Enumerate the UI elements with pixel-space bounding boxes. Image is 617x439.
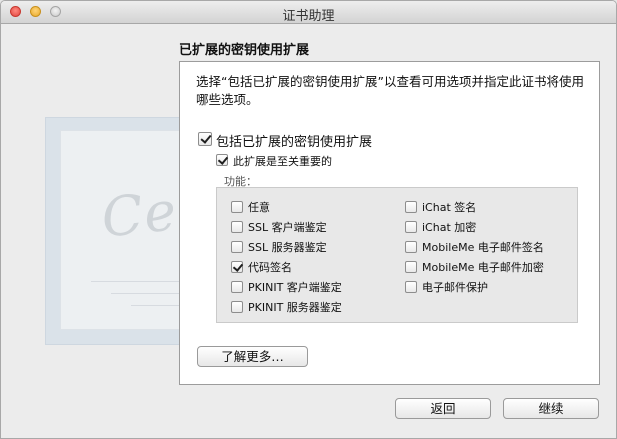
capability-label: iChat 加密 [422, 221, 477, 234]
capability-checkbox-pkinit-server[interactable] [231, 301, 243, 313]
capability-label: 电子邮件保护 [422, 281, 488, 294]
capability-label: 任意 [248, 201, 270, 214]
capability-label: iChat 签名 [422, 201, 477, 214]
capability-label: SSL 服务器鉴定 [248, 241, 327, 254]
include-extension-label: 包括已扩展的密钥使用扩展 [216, 135, 373, 150]
capability-checkbox-ichat-encryption[interactable] [405, 221, 417, 233]
capability-checkbox-email-protection[interactable] [405, 281, 417, 293]
certificate-assistant-window: 证书助理 Certificate 已扩展的密钥使用扩展 选择“包括已扩展的密钥使… [0, 0, 617, 439]
critical-extension-label: 此扩展是至关重要的 [233, 155, 332, 168]
capability-label: PKINIT 服务器鉴定 [248, 301, 342, 314]
capability-label: SSL 客户端鉴定 [248, 221, 327, 234]
continue-button[interactable]: 继续 [503, 398, 599, 419]
back-button[interactable]: 返回 [395, 398, 491, 419]
capability-checkbox-pkinit-client[interactable] [231, 281, 243, 293]
capability-checkbox-code-signing[interactable] [231, 261, 243, 273]
capability-label: 代码签名 [248, 261, 292, 274]
capabilities-group: 任意 SSL 客户端鉴定 SSL 服务器鉴定 代码签名 PKINIT 客户端鉴定… [216, 187, 578, 323]
section-heading: 已扩展的密钥使用扩展 [179, 43, 310, 58]
capability-checkbox-ssl-client[interactable] [231, 221, 243, 233]
capability-label: MobileMe 电子邮件签名 [422, 241, 544, 254]
capability-checkbox-mobileme-encryption[interactable] [405, 261, 417, 273]
include-extension-checkbox[interactable] [198, 132, 212, 146]
capability-checkbox-any[interactable] [231, 201, 243, 213]
window-title: 证书助理 [282, 9, 335, 24]
capability-label: MobileMe 电子邮件加密 [422, 261, 544, 274]
capability-checkbox-ichat-signing[interactable] [405, 201, 417, 213]
options-panel: 选择“包括已扩展的密钥使用扩展”以查看可用选项并指定此证书将使用哪些选项。 包括… [179, 61, 600, 385]
title-bar: 证书助理 [1, 1, 616, 24]
instructions-text: 选择“包括已扩展的密钥使用扩展”以查看可用选项并指定此证书将使用哪些选项。 [196, 74, 584, 107]
critical-extension-checkbox[interactable] [216, 154, 228, 166]
capability-checkbox-mobileme-signing[interactable] [405, 241, 417, 253]
learn-more-button[interactable]: 了解更多… [197, 346, 308, 367]
capability-checkbox-ssl-server[interactable] [231, 241, 243, 253]
capability-label: PKINIT 客户端鉴定 [248, 281, 342, 294]
